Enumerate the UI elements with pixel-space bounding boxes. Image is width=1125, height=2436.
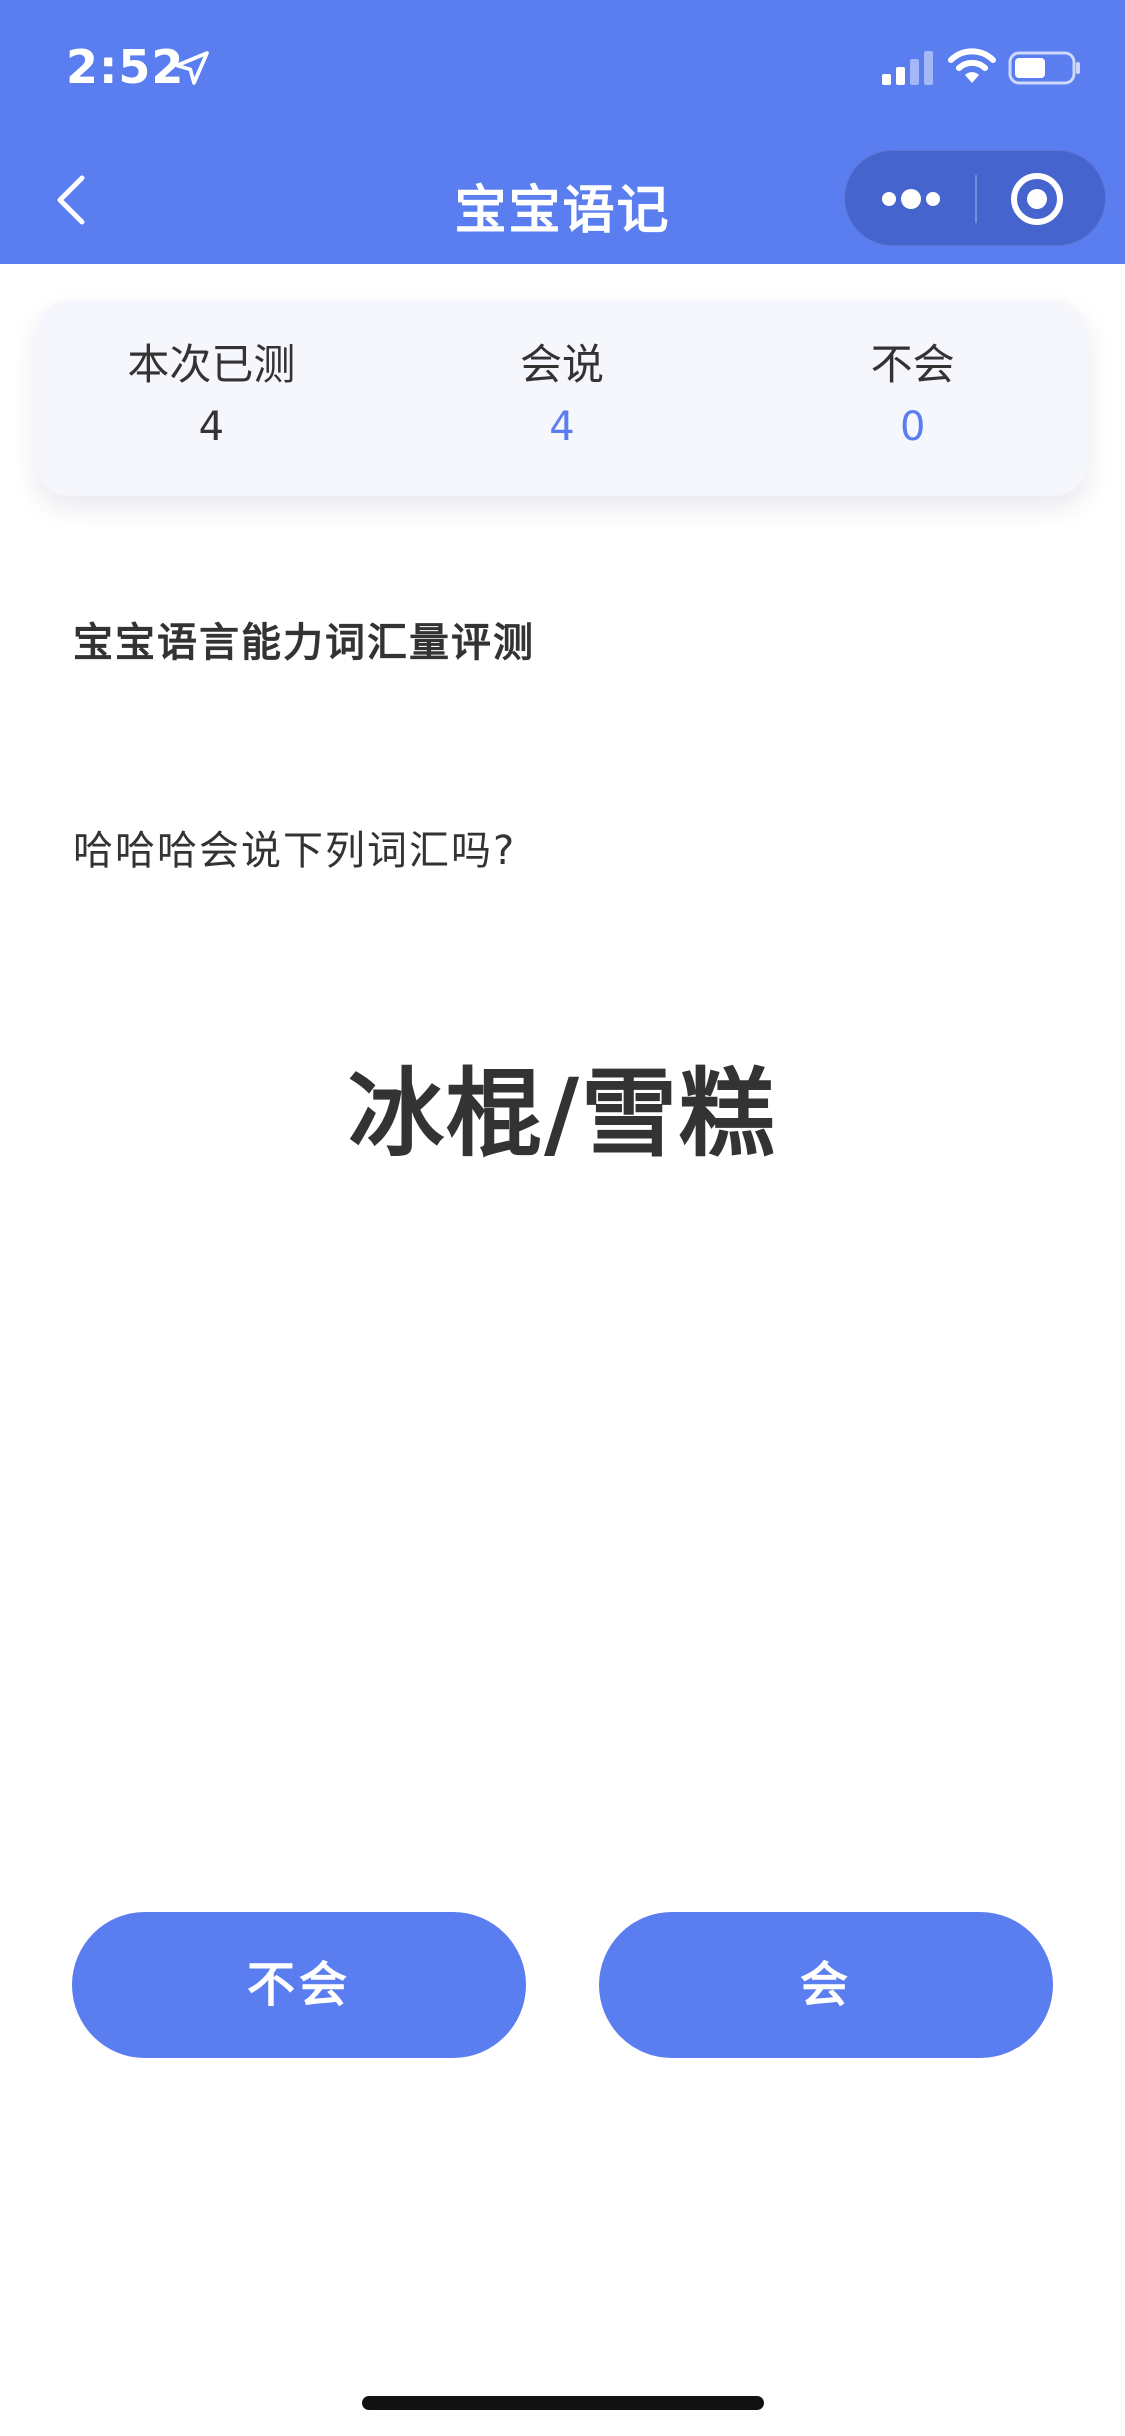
can-say-button[interactable]: 会 — [599, 1912, 1053, 2058]
more-dots-icon — [882, 189, 940, 209]
status-bar: 2:52 — [0, 0, 1125, 140]
mini-program-capsule — [844, 150, 1106, 246]
vocabulary-word: 冰棍/雪糕 — [347, 1058, 778, 1170]
wifi-icon — [948, 48, 996, 83]
stat-cannot-label: 不会 — [870, 340, 955, 389]
stat-tested-value: 4 — [198, 404, 225, 450]
cannot-say-button[interactable]: 不会 — [72, 1912, 526, 2058]
more-button[interactable] — [845, 151, 975, 247]
stat-tested: 本次已测 4 — [36, 300, 387, 496]
location-arrow-icon — [175, 51, 209, 85]
nav-bar: 宝宝语记 — [0, 140, 1125, 264]
stat-can-say-value: 4 — [549, 404, 575, 450]
stat-can-say-label: 会说 — [520, 340, 605, 389]
stats-card: 本次已测 4 会说 4 不会 0 — [36, 300, 1088, 496]
home-indicator — [362, 2396, 764, 2410]
close-miniprogram-button[interactable] — [977, 151, 1107, 247]
app-screen: 2:52 宝宝语记 本次已测 4 会说 4 不会 0 宝宝语言能力词汇量评测 哈… — [0, 0, 1125, 2436]
target-circle-icon — [1011, 173, 1063, 225]
stat-cannot: 不会 0 — [737, 300, 1088, 496]
stat-tested-label: 本次已测 — [127, 340, 296, 389]
header: 2:52 宝宝语记 — [0, 0, 1125, 264]
status-time: 2:52 — [66, 40, 185, 94]
battery-icon — [1008, 51, 1080, 85]
question-text: 哈哈哈会说下列词汇吗? — [73, 828, 517, 874]
cellular-signal-icon — [882, 51, 933, 85]
stat-can-say: 会说 4 — [387, 300, 738, 496]
section-title: 宝宝语言能力词汇量评测 — [73, 620, 535, 666]
stat-cannot-value: 0 — [899, 404, 926, 450]
